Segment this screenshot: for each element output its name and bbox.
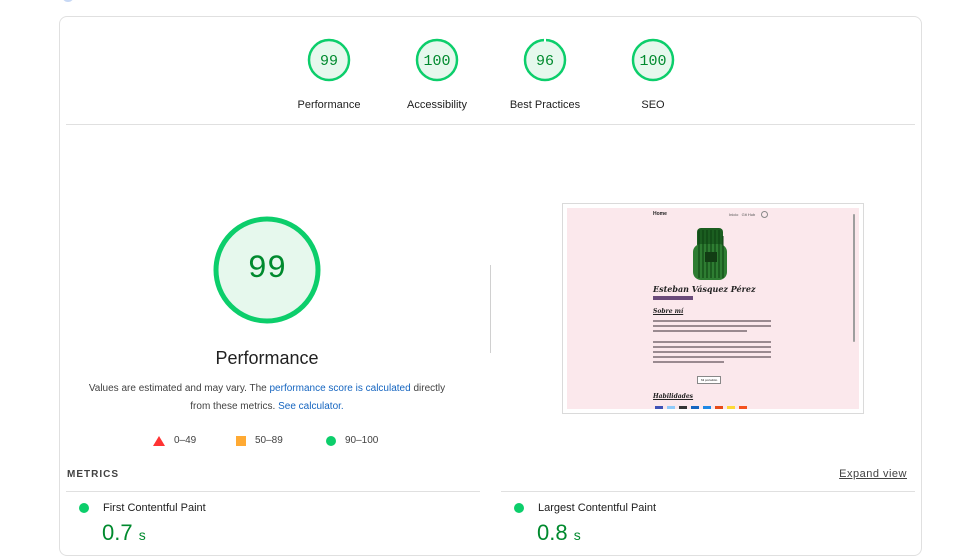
metric-lcp-label: Largest Contentful Paint (538, 502, 657, 514)
preview-role-badge (653, 296, 693, 300)
score-calculated-link[interactable]: performance score is calculated (270, 383, 411, 394)
metric-fcp-value: 0.7 s (102, 520, 146, 546)
gauge-seo-label: SEO (641, 99, 665, 111)
preview-name: Esteban Vásquez Pérez (653, 284, 756, 294)
preview-nav-brand: Home (653, 211, 667, 217)
performance-big-gauge: 99 (213, 216, 321, 324)
legend-fail: 0–49 (153, 435, 196, 446)
preview-scrollbar (853, 214, 855, 342)
header-divider (66, 124, 915, 125)
gauge-best-practices-score: 96 (536, 53, 554, 70)
metric-lcp-value: 0.8 s (537, 520, 581, 546)
legend-average: 50–89 (236, 435, 283, 446)
vertical-separator (490, 265, 491, 353)
preview-paragraph-2 (653, 341, 771, 363)
legend-pass: 90–100 (326, 435, 378, 446)
gauge-best-practices[interactable]: 96 Best Practices (490, 38, 600, 111)
pass-circle-icon (514, 503, 524, 513)
gauge-best-practices-ring: 96 (523, 38, 567, 82)
legend-pass-label: 90–100 (345, 435, 379, 446)
preview-skill-icons (655, 406, 747, 409)
gauge-performance-score: 99 (320, 53, 338, 70)
gauge-performance-ring: 99 (307, 38, 351, 82)
gauge-accessibility-ring: 100 (415, 38, 459, 82)
gauge-seo[interactable]: 100 SEO (598, 38, 708, 111)
category-gauges: 99 Performance 100 Accessibility 96 Best… (0, 0, 956, 111)
gauge-best-practices-label: Best Practices (509, 99, 581, 111)
legend-fail-label: 0–49 (174, 435, 197, 446)
square-icon (236, 435, 246, 446)
gauge-accessibility-label: Accessibility (407, 99, 467, 111)
preview-section-about: Sobre mí (653, 308, 684, 315)
metric-lcp-unit: s (573, 527, 581, 543)
theme-toggle-icon (761, 211, 768, 218)
pass-circle-icon (79, 503, 89, 513)
legend-average-label: 50–89 (255, 435, 283, 446)
gauge-accessibility-score: 100 (423, 53, 450, 70)
desc-prefix: Values are estimated and may vary. The (88, 383, 270, 394)
screenshot-page: Home Inicio Git Hub Esteban Vásquez Pére… (567, 208, 859, 409)
performance-big-score: 99 (248, 250, 286, 287)
metric-fcp-unit: s (138, 527, 146, 543)
gauge-accessibility[interactable]: 100 Accessibility (382, 38, 492, 111)
gauge-performance[interactable]: 99 Performance (274, 38, 384, 111)
triangle-icon (153, 435, 165, 446)
preview-portfolio-button: Mi portafolio (697, 376, 722, 384)
metric-fcp: First Contentful Paint (79, 502, 206, 514)
preview-section-skills: Habilidades (653, 393, 694, 400)
gauge-seo-score: 100 (639, 53, 666, 70)
see-calculator-link[interactable]: See calculator. (278, 401, 344, 412)
metric-lcp: Largest Contentful Paint (514, 502, 656, 514)
metrics-divider-left (66, 491, 480, 492)
preview-nav-links: Inicio Git Hub (729, 212, 756, 217)
final-screenshot[interactable]: Home Inicio Git Hub Esteban Vásquez Pére… (562, 203, 864, 414)
metric-fcp-number: 0.7 (102, 520, 133, 545)
circle-icon (326, 435, 336, 446)
preview-paragraph-1 (653, 320, 771, 332)
metric-fcp-label: First Contentful Paint (103, 502, 206, 514)
performance-title: Performance (215, 348, 319, 368)
expand-view-toggle[interactable]: Expand view (839, 468, 907, 480)
gauge-performance-label: Performance (297, 99, 361, 111)
metric-lcp-number: 0.8 (537, 520, 568, 545)
avatar-image (693, 228, 727, 280)
metrics-header: METRICS (67, 469, 119, 480)
performance-description: Values are estimated and may vary. The p… (80, 380, 454, 416)
gauge-seo-ring: 100 (631, 38, 675, 82)
metrics-divider-right (501, 491, 915, 492)
